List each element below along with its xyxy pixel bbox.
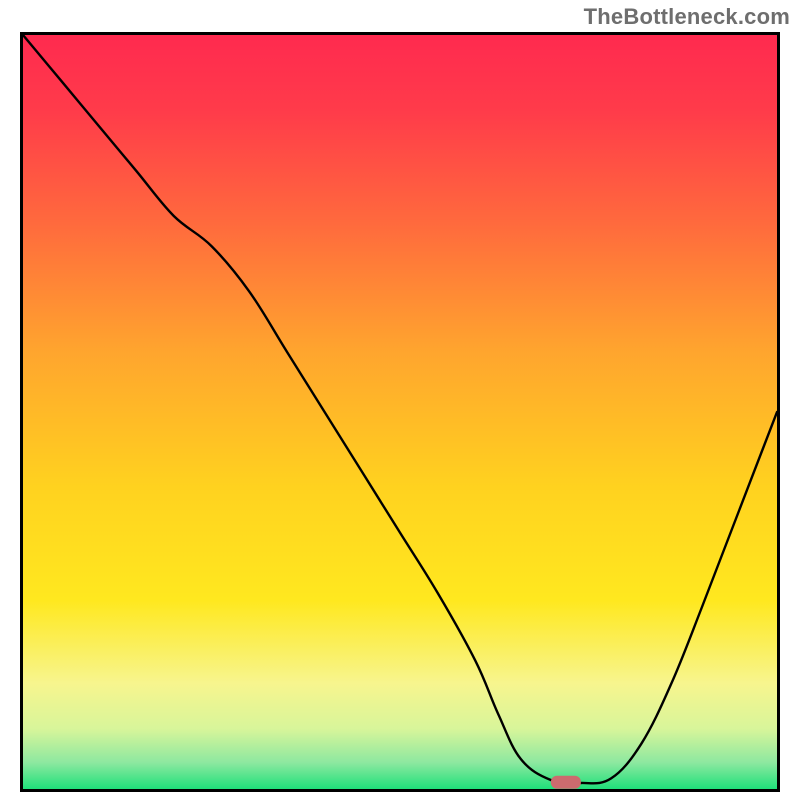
chart-svg [23,35,777,789]
optimal-point-marker [551,776,581,789]
plot-area [20,32,780,792]
chart-frame: TheBottleneck.com [0,0,800,800]
watermark-text: TheBottleneck.com [584,4,790,30]
gradient-fill [23,35,777,789]
